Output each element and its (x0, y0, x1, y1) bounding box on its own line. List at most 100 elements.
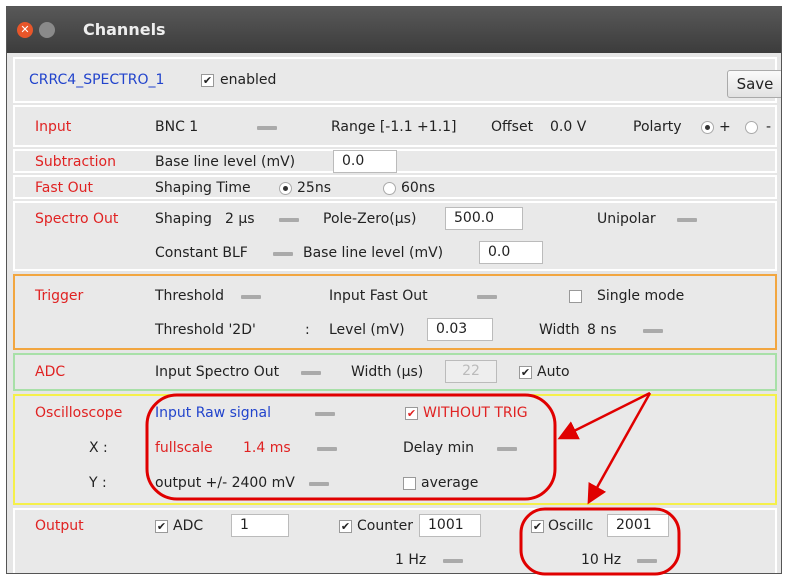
threshold-label: Threshold (155, 288, 224, 304)
trigger-width-label: Width (539, 322, 580, 338)
oscillo-rate-menu[interactable] (637, 559, 657, 563)
single-mode-label: Single mode (597, 288, 685, 304)
spectro-shaping-value: 2 µs (225, 211, 255, 227)
spectro-shaping-menu[interactable] (279, 218, 299, 222)
trigger-label: Trigger (35, 288, 84, 304)
oscilloscope-label: Oscilloscope (35, 405, 123, 421)
spectro-out-section: Spectro Out Shaping 2 µs Pole-Zero(µs) 5… (13, 201, 777, 271)
counter-checkbox[interactable]: ✔ (339, 520, 352, 533)
fastout-row: Fast Out Shaping Time 25ns 60ns (13, 175, 777, 199)
oscillo-input[interactable]: 2001 (607, 514, 669, 537)
input-source-menu[interactable] (257, 126, 277, 130)
osc-y-label: Y : (89, 475, 107, 491)
single-mode-checkbox[interactable] (569, 290, 582, 303)
osc-x-label: X : (89, 440, 108, 456)
subtraction-row: Subtraction Base line level (mV) 0.0 (13, 149, 777, 173)
delay-menu[interactable] (497, 447, 517, 451)
enabled-label: enabled (220, 72, 277, 88)
adc-auto-label: Auto (537, 364, 570, 380)
polarity-plus-radio[interactable] (701, 121, 714, 134)
osc-output-menu[interactable] (309, 482, 329, 486)
osc-output-label: output +/- 2400 mV (155, 475, 295, 491)
input-label: Input (35, 119, 72, 135)
shaping-60ns-radio[interactable] (383, 182, 396, 195)
window-title: Channels (83, 20, 166, 39)
adc-width-label: Width (µs) (351, 364, 424, 380)
oscillo-checkbox[interactable]: ✔ (531, 520, 544, 533)
polezero-input[interactable]: 500.0 (445, 207, 523, 230)
adc-input-menu[interactable] (301, 371, 321, 375)
subtraction-baseline-label: Base line level (mV) (155, 154, 296, 170)
polarity-label: Polarty (633, 119, 682, 135)
title-bar: ✕ Channels (7, 7, 781, 53)
osc-input-menu[interactable] (315, 412, 335, 416)
adc-auto-checkbox[interactable]: ✔ (519, 366, 532, 379)
input-source: BNC 1 (155, 119, 199, 135)
average-checkbox[interactable] (403, 477, 416, 490)
adc-section: ADC Input Spectro Out Width (µs) 22 ✔ Au… (13, 353, 777, 391)
trigger-source-menu[interactable] (477, 295, 497, 299)
oscilloscope-section: Oscilloscope Input Raw signal ✔ WITHOUT … (13, 394, 777, 505)
subtraction-label: Subtraction (35, 154, 116, 170)
level-label: Level (mV) (329, 322, 405, 338)
oscillo-label: Oscillc (548, 518, 594, 534)
trigger-width-value: 8 ns (587, 322, 617, 338)
polezero-label: Pole-Zero(µs) (323, 211, 417, 227)
subtraction-baseline-input[interactable]: 0.0 (333, 150, 397, 173)
oscillo-rate: 10 Hz (581, 552, 622, 568)
unipolar-menu[interactable] (677, 218, 697, 222)
delay-label: Delay min (403, 440, 474, 456)
input-row: Input BNC 1 Range [-1.1 +1.1] Offset 0.0… (13, 105, 777, 147)
shaping-time-label: Shaping Time (155, 180, 251, 196)
fullscale-menu[interactable] (317, 447, 337, 451)
shaping-60ns-label: 60ns (401, 180, 435, 196)
fullscale-label: fullscale (155, 440, 213, 456)
counter-label: Counter (357, 518, 413, 534)
adc-input: Input Spectro Out (155, 364, 280, 380)
polarity-minus-radio[interactable] (745, 121, 758, 134)
adc-width-input[interactable]: 22 (445, 360, 497, 383)
save-button[interactable]: Save (727, 70, 781, 98)
threshold-2d-label: Threshold '2D' (155, 322, 256, 338)
shaping-25ns-radio[interactable] (279, 182, 292, 195)
constant-blf-menu[interactable] (273, 252, 293, 256)
counter-rate-menu[interactable] (443, 559, 463, 563)
fullscale-value: 1.4 ms (243, 440, 291, 456)
enabled-checkbox[interactable]: ✔ (201, 74, 214, 87)
adc-label: ADC (35, 364, 66, 380)
output-adc-input[interactable]: 1 (231, 514, 289, 537)
channels-window: ✕ Channels CRRC4_SPECTRO_1 ✔ enabled Sav… (6, 6, 782, 574)
without-trig-label: WITHOUT TRIG (423, 405, 528, 421)
shaping-25ns-label: 25ns (297, 180, 331, 196)
counter-rate: 1 Hz (395, 552, 427, 568)
channel-header: CRRC4_SPECTRO_1 ✔ enabled (13, 57, 777, 103)
spectro-out-label: Spectro Out (35, 211, 119, 227)
average-label: average (421, 475, 479, 491)
unipolar-label: Unipolar (597, 211, 656, 227)
fastout-label: Fast Out (35, 180, 93, 196)
offset-label: Offset (491, 119, 534, 135)
counter-input[interactable]: 1001 (419, 514, 481, 537)
trigger-section: Trigger Threshold Input Fast Out Single … (13, 274, 777, 350)
spectro-shaping-label: Shaping (155, 211, 212, 227)
output-label: Output (35, 518, 84, 534)
output-section: Output ✔ ADC 1 ✔ Counter 1001 1 Hz ✔ Osc… (13, 508, 777, 573)
threshold-menu[interactable] (241, 295, 261, 299)
without-trig-checkbox[interactable]: ✔ (405, 407, 418, 420)
spectro-baseline-input[interactable]: 0.0 (479, 241, 543, 264)
offset-value: 0.0 V (550, 119, 587, 135)
input-range: Range [-1.1 +1.1] (331, 119, 457, 135)
level-input[interactable]: 0.03 (427, 318, 493, 341)
spectro-baseline-label: Base line level (mV) (303, 245, 444, 261)
osc-input: Input Raw signal (155, 405, 272, 421)
channel-name[interactable]: CRRC4_SPECTRO_1 (29, 72, 164, 88)
trigger-width-menu[interactable] (643, 329, 663, 333)
minimize-icon[interactable] (39, 22, 55, 38)
threshold-2d-colon: : (305, 322, 310, 338)
constant-blf-label: Constant BLF (155, 245, 248, 261)
polarity-minus-label: - (766, 119, 772, 135)
polarity-plus-label: + (719, 119, 731, 135)
output-adc-checkbox[interactable]: ✔ (155, 520, 168, 533)
output-adc-label: ADC (173, 518, 204, 534)
close-icon[interactable]: ✕ (17, 22, 33, 38)
